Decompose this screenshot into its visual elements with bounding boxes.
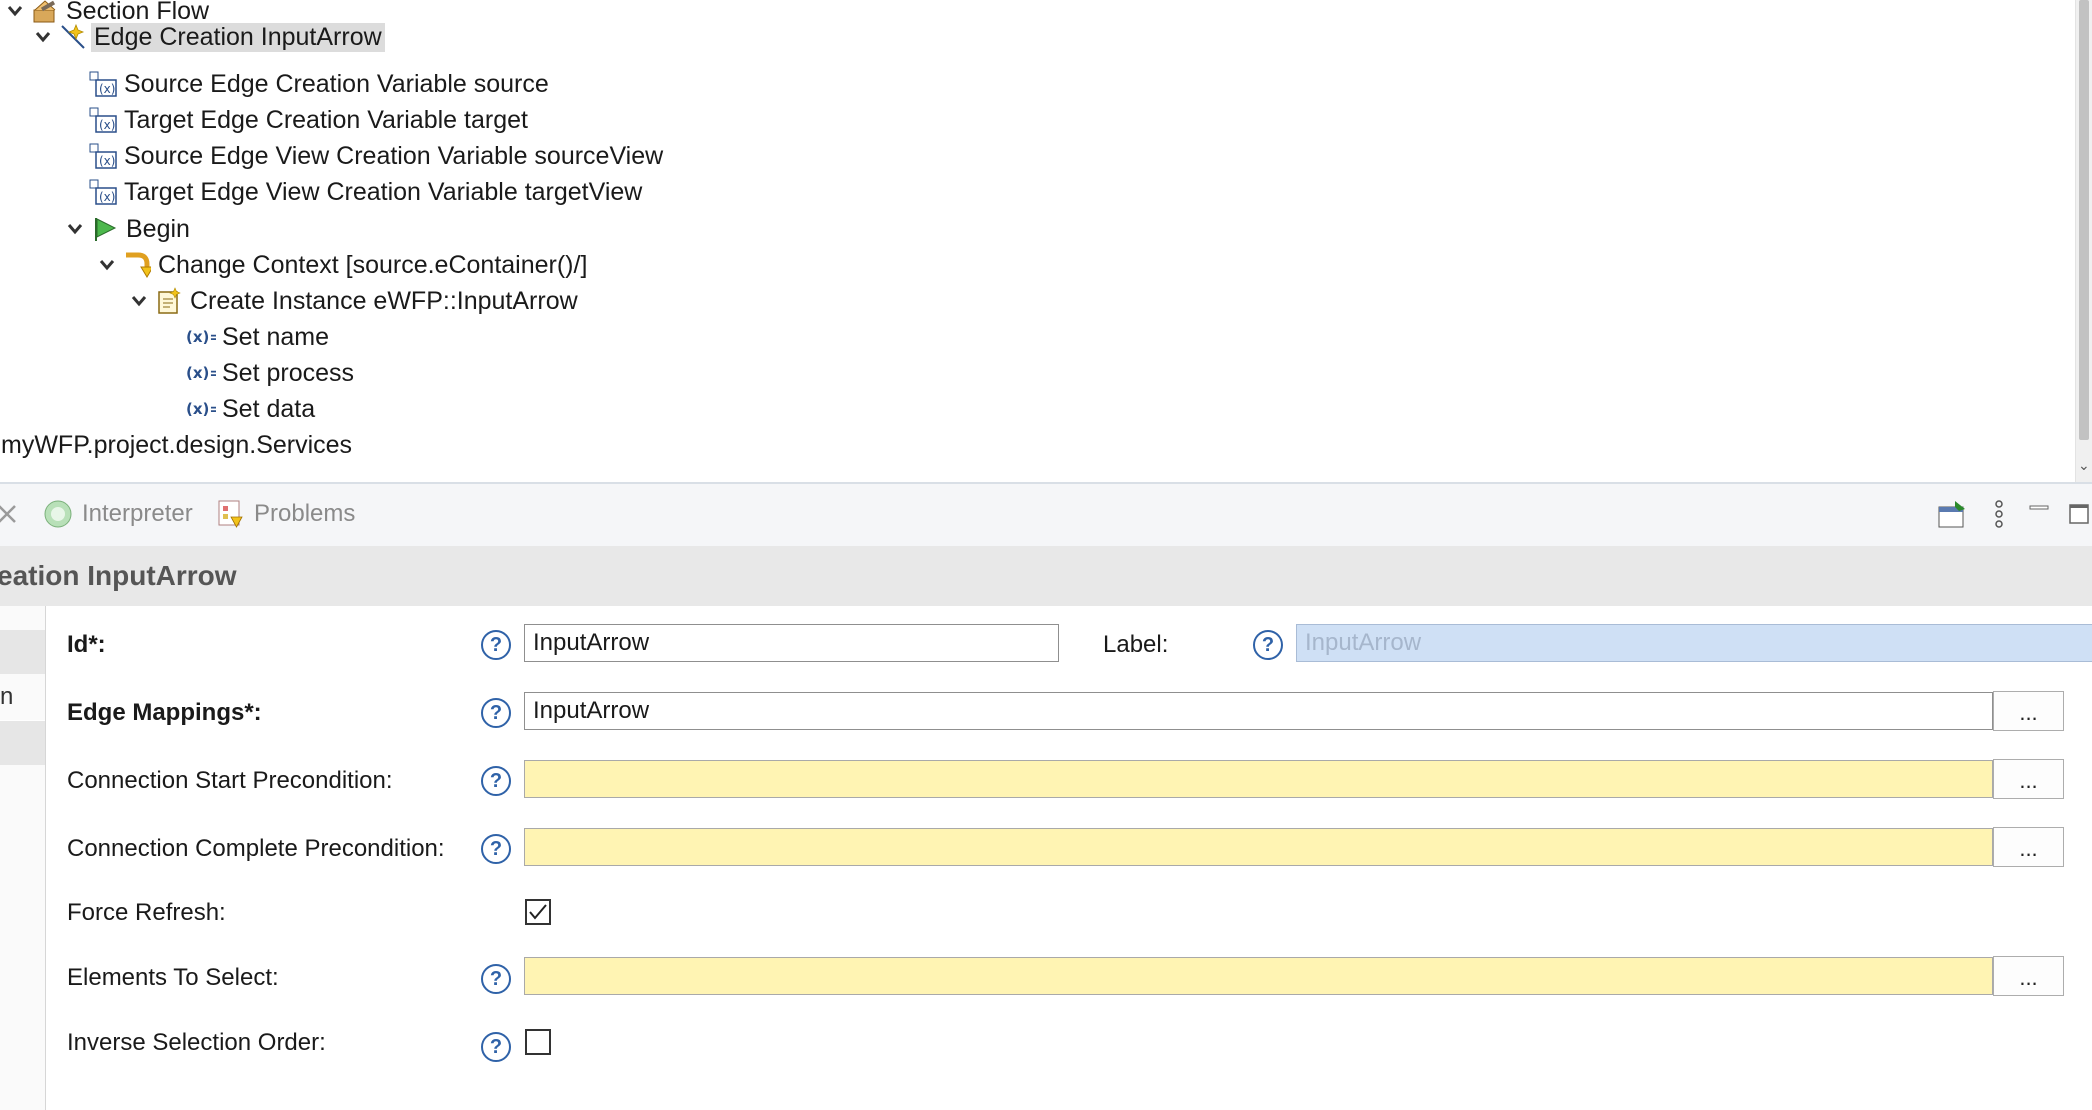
svg-text:(x)=: (x)=	[186, 328, 216, 346]
chevron-down-icon[interactable]	[92, 250, 122, 280]
change-context-icon	[122, 250, 152, 280]
tree-item-edge-creation[interactable]: Edge Creation InputArrow	[28, 20, 385, 54]
tree-item-set[interactable]: (x)= Set name	[186, 320, 332, 354]
svg-text:(x): (x)	[99, 190, 115, 204]
chevron-down-icon[interactable]	[0, 0, 30, 26]
force-refresh-checkbox[interactable]	[525, 899, 551, 925]
browse-button[interactable]: ...	[1993, 827, 2064, 867]
chevron-down-icon[interactable]	[28, 22, 58, 52]
properties-title: eation InputArrow	[0, 560, 237, 591]
tree-item-label: Change Context [source.eContainer()/]	[158, 250, 588, 279]
pin-view-icon[interactable]	[1936, 498, 1970, 530]
tree-item-change-context[interactable]: Change Context [source.eContainer()/]	[92, 248, 590, 282]
help-icon[interactable]: ?	[481, 1032, 511, 1062]
tree-item-label: Set process	[222, 358, 355, 387]
id-field[interactable]: InputArrow	[524, 624, 1059, 662]
tree-item-set[interactable]: (x)= Set data	[186, 392, 318, 426]
side-tab-advanced[interactable]	[0, 720, 45, 765]
problems-icon	[214, 498, 246, 530]
scroll-down-icon[interactable]: ⌄	[2078, 457, 2090, 474]
help-icon[interactable]: ?	[481, 834, 511, 864]
force-refresh-label: Force Refresh:	[67, 899, 226, 926]
tree-item-label: Begin	[126, 214, 190, 243]
scrollbar-thumb[interactable]	[2079, 0, 2089, 440]
help-icon[interactable]: ?	[481, 630, 511, 660]
tree-item-label: Target Edge Creation Variable target	[124, 105, 528, 134]
view-tab-bar: Interpreter Problems	[0, 482, 2092, 548]
interpreter-icon	[42, 498, 74, 530]
tab-interpreter[interactable]: Interpreter	[42, 496, 193, 532]
browse-button[interactable]: ...	[1993, 759, 2064, 799]
tree-item-services[interactable]: myWFP.project.design.Services	[0, 428, 355, 462]
edge-mappings-field[interactable]: InputArrow	[524, 692, 1993, 730]
chevron-down-icon[interactable]	[60, 214, 90, 244]
connection-complete-label: Connection Complete Precondition:	[67, 835, 445, 862]
begin-flag-icon	[90, 214, 120, 244]
chevron-down-icon[interactable]	[124, 286, 154, 316]
browse-button[interactable]: ...	[1993, 691, 2064, 731]
help-icon[interactable]: ?	[481, 964, 511, 994]
tree-item-label: Target Edge View Creation Variable targe…	[124, 177, 643, 206]
elements-to-select-field[interactable]	[524, 957, 1993, 995]
outline-tree: Section Flow Edge Creation InputArrow (x…	[0, 0, 2075, 482]
create-instance-icon	[154, 286, 184, 316]
variable-icon: (x)	[88, 141, 118, 171]
svg-text:(x): (x)	[99, 118, 115, 132]
label-field[interactable]: InputArrow	[1296, 624, 2092, 662]
side-tab-general[interactable]	[0, 630, 45, 674]
label-label: Label:	[1103, 631, 1169, 658]
tab-problems[interactable]: Problems	[214, 496, 355, 532]
browse-button[interactable]: ...	[1993, 956, 2064, 996]
tree-item-variable[interactable]: (x) Source Edge Creation Variable source	[88, 67, 552, 101]
help-icon[interactable]: ?	[481, 766, 511, 796]
inverse-selection-order-checkbox[interactable]	[525, 1029, 551, 1055]
tree-item-label: Set data	[222, 394, 316, 423]
tree-item-label: Source Edge View Creation Variable sourc…	[124, 141, 664, 170]
properties-title-bar: eation InputArrow	[0, 546, 2092, 606]
tree-item-label: Create Instance eWFP::InputArrow	[190, 286, 578, 315]
svg-text:(x): (x)	[99, 154, 115, 168]
minimize-icon[interactable]	[2028, 498, 2050, 530]
tree-item-label: Source Edge Creation Variable source	[124, 69, 549, 98]
tree-item-variable[interactable]: (x) Source Edge View Creation Variable s…	[88, 139, 666, 173]
maximize-icon[interactable]	[2068, 498, 2090, 530]
connection-complete-field[interactable]	[524, 828, 1993, 866]
connection-start-field[interactable]	[524, 760, 1993, 798]
variable-icon: (x)	[88, 105, 118, 135]
id-label: Id*:	[67, 631, 106, 658]
elements-to-select-label: Elements To Select:	[67, 964, 279, 991]
set-value-icon: (x)=	[186, 322, 216, 352]
checkmark-icon	[529, 904, 547, 920]
set-value-icon: (x)=	[186, 358, 216, 388]
tree-item-set[interactable]: (x)= Set process	[186, 356, 357, 390]
close-icon[interactable]	[0, 498, 20, 530]
edge-mappings-label: Edge Mappings*:	[67, 699, 262, 726]
svg-text:(x)=: (x)=	[186, 400, 216, 418]
properties-side-tabs: n	[0, 606, 46, 1110]
inverse-selection-order-label: Inverse Selection Order:	[67, 1029, 326, 1056]
help-icon[interactable]: ?	[1253, 630, 1283, 660]
view-menu-icon[interactable]	[1990, 498, 2008, 530]
variable-icon: (x)	[88, 69, 118, 99]
tree-item-create-instance[interactable]: Create Instance eWFP::InputArrow	[124, 284, 581, 318]
tree-item-label: Set name	[222, 322, 330, 351]
tree-item-variable[interactable]: (x) Target Edge Creation Variable target	[88, 103, 531, 137]
connection-start-label: Connection Start Precondition:	[67, 767, 393, 794]
side-tab-documentation[interactable]: n	[0, 675, 45, 719]
tree-item-begin[interactable]: Begin	[60, 212, 193, 246]
variable-icon: (x)	[88, 177, 118, 207]
tree-item-variable[interactable]: (x) Target Edge View Creation Variable t…	[88, 175, 645, 209]
tree-item-label: myWFP.project.design.Services	[1, 430, 353, 459]
help-icon[interactable]: ?	[481, 698, 511, 728]
edge-creation-icon	[58, 22, 88, 52]
svg-text:(x): (x)	[99, 82, 115, 96]
svg-text:(x)=: (x)=	[186, 364, 216, 382]
tree-scrollbar[interactable]: ⌄	[2075, 0, 2092, 482]
tab-label: Interpreter	[82, 500, 193, 527]
tab-label: Problems	[254, 500, 356, 527]
tree-item-label: Edge Creation InputArrow	[91, 22, 385, 52]
set-value-icon: (x)=	[186, 394, 216, 424]
